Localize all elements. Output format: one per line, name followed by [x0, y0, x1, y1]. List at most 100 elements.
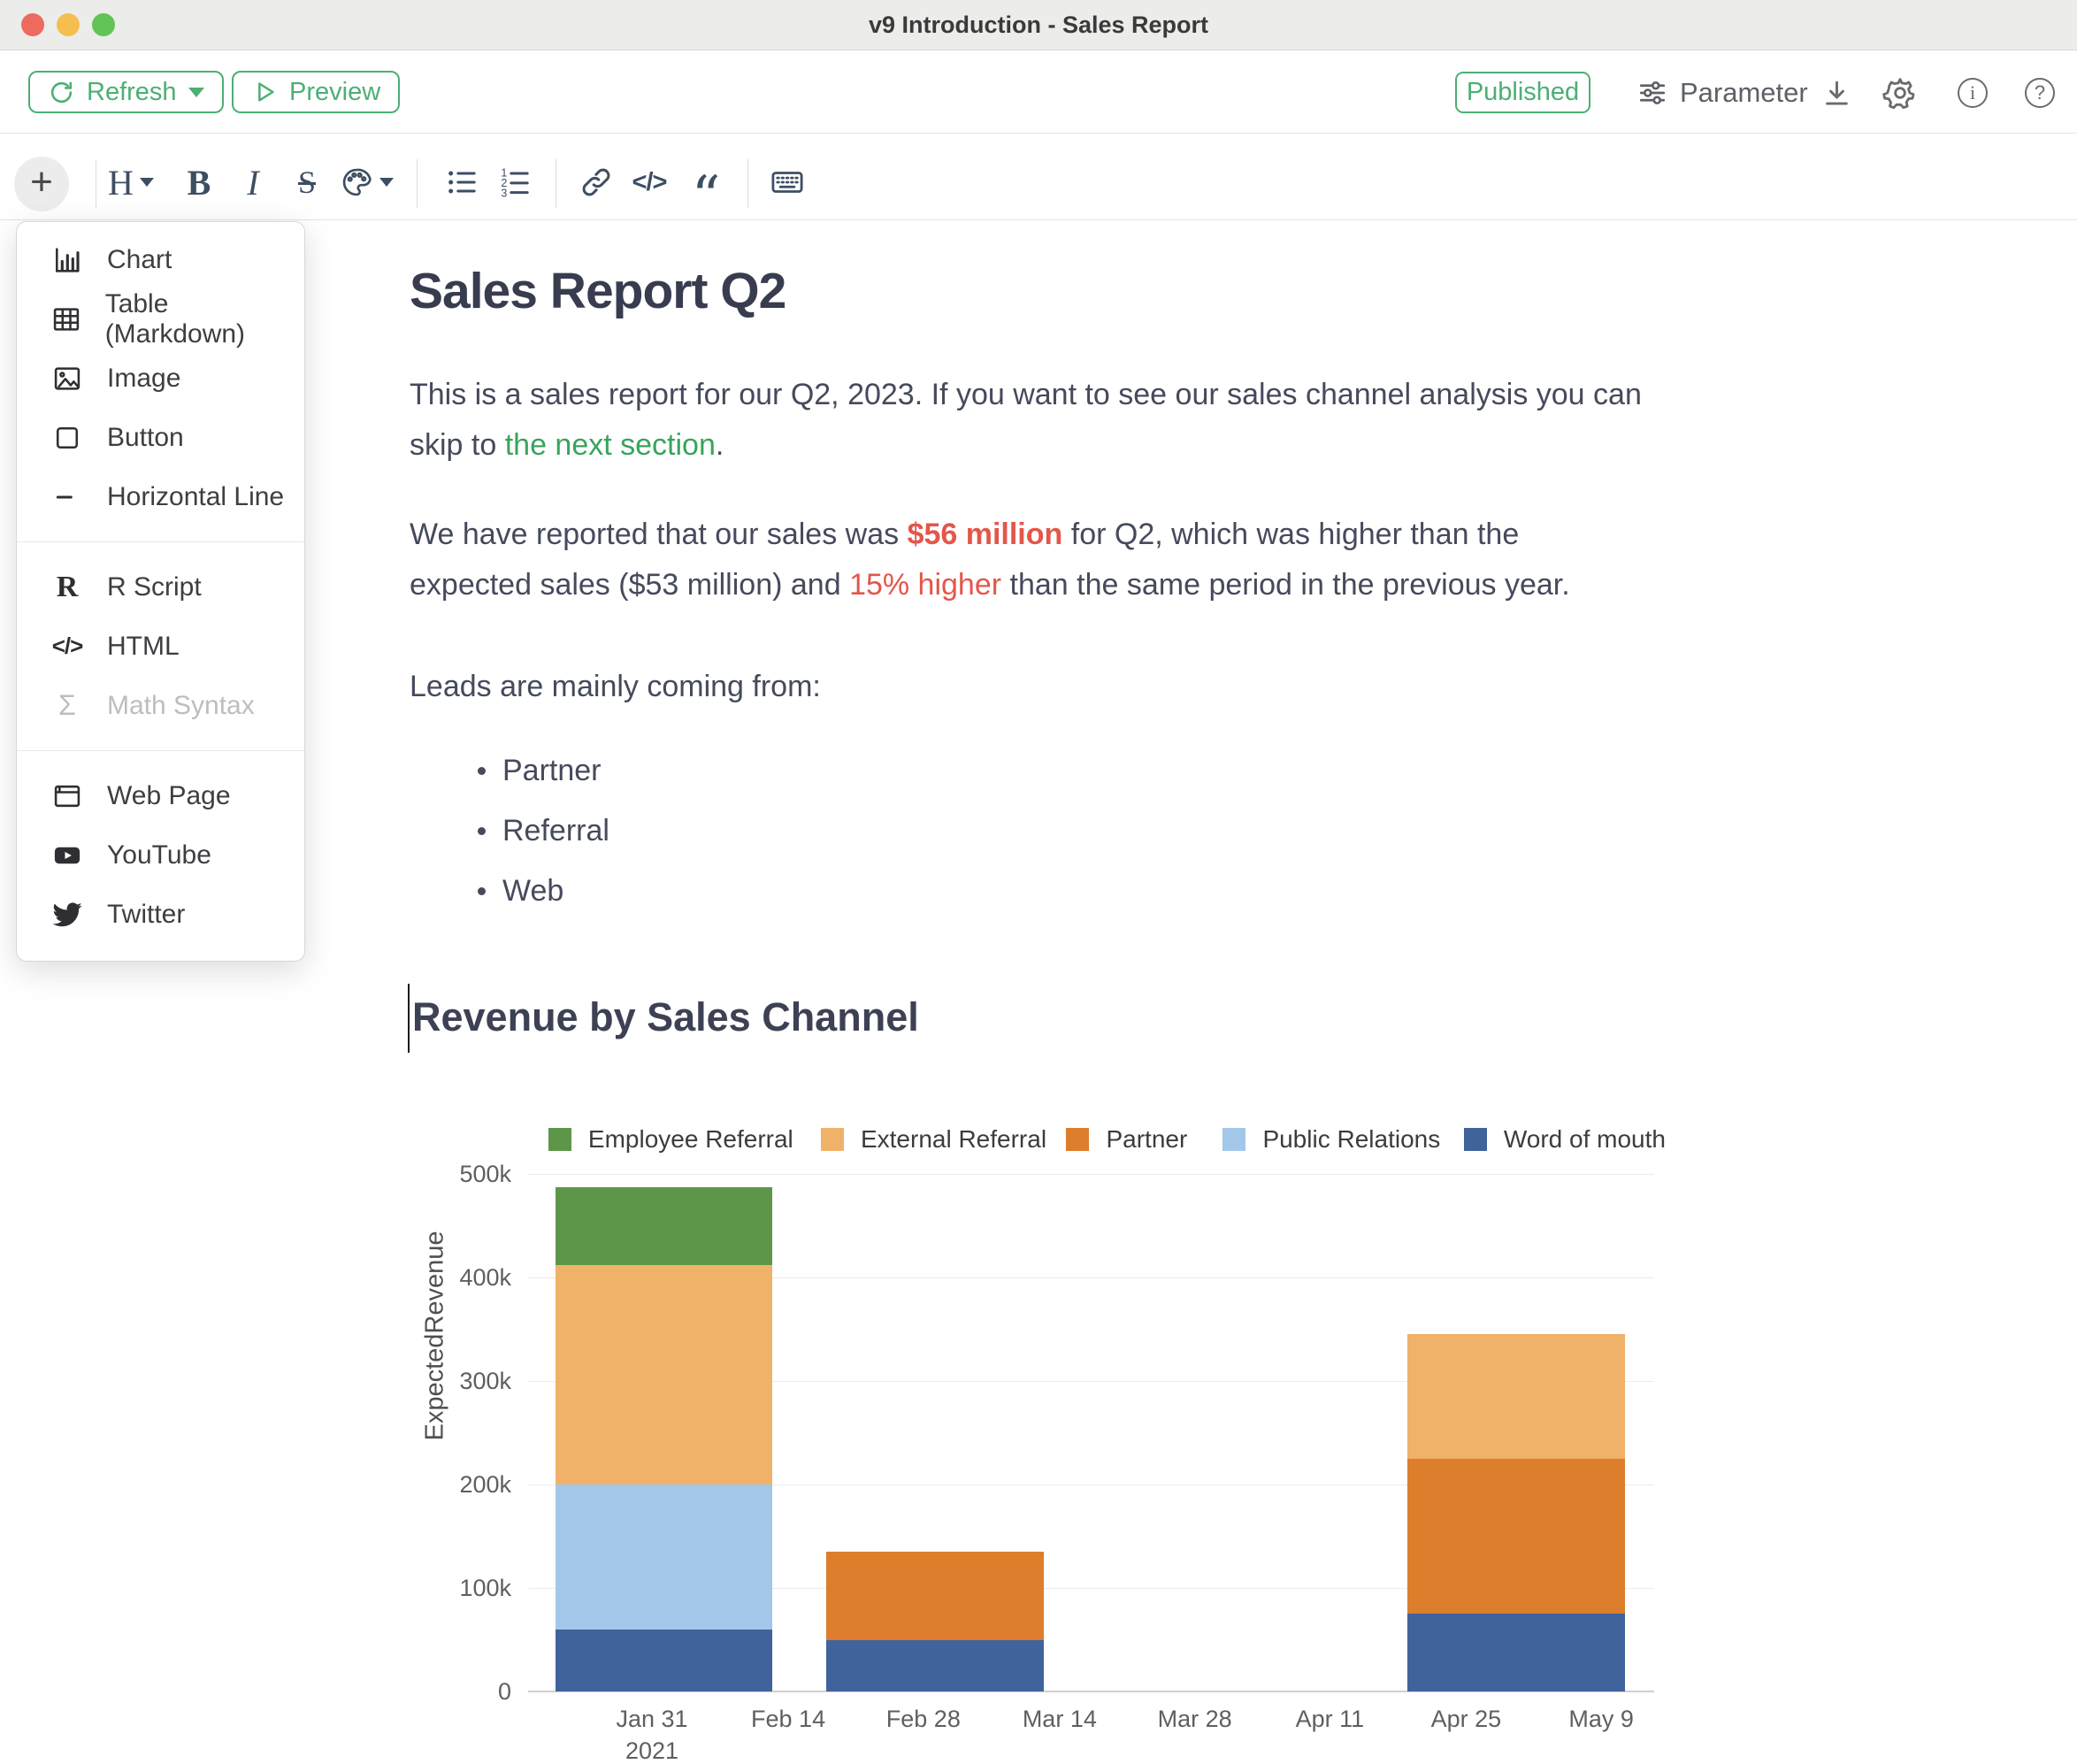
doc-text: expected sales ($53 million) and: [410, 568, 849, 602]
legend-label: Employee Referral: [588, 1125, 793, 1154]
legend-entry: Word of mouth: [1464, 1125, 1666, 1154]
legend-label: External Referral: [861, 1125, 1046, 1154]
image-icon: [49, 360, 86, 397]
menu-item-label: Math Syntax: [107, 691, 255, 721]
menu-item-horizontal-line[interactable]: Horizontal Line: [17, 467, 304, 526]
plot-area: Jan 312021Feb 14Feb 28Mar 14Mar 28Apr 11…: [528, 1174, 1654, 1691]
y-axis-tick-label: 200k: [414, 1471, 511, 1498]
y-axis-tick-label: 0: [414, 1678, 511, 1705]
legend-label: Public Relations: [1262, 1125, 1440, 1154]
menu-item-label: Web Page: [107, 781, 231, 811]
bold-button[interactable]: B: [180, 151, 218, 213]
doc-section-heading: Revenue by Sales Channel: [412, 994, 919, 1040]
keyboard-shortcuts-button[interactable]: [768, 151, 807, 213]
x-axis-tick-sublabel: 2021: [581, 1737, 723, 1764]
bar-segment: [1407, 1459, 1625, 1614]
refresh-button[interactable]: Refresh: [28, 71, 224, 113]
revenue-chart: Employee ReferralExternal ReferralPartne…: [407, 1116, 1690, 1754]
next-section-link[interactable]: the next section: [505, 428, 716, 462]
svg-text:3: 3: [501, 188, 507, 200]
menu-divider: [17, 750, 304, 751]
refresh-label: Refresh: [87, 78, 177, 107]
x-axis-tick-label: Feb 14: [717, 1706, 859, 1732]
text-color-caret-icon: [379, 178, 394, 187]
menu-item-button[interactable]: Button: [17, 408, 304, 467]
html-icon: </>: [49, 628, 86, 665]
menu-item-html[interactable]: </> HTML: [17, 617, 304, 676]
horizontal-line-icon: [49, 479, 86, 516]
insert-plus-button[interactable]: +: [14, 157, 69, 211]
legend-swatch-icon: [548, 1128, 571, 1151]
toolbar-separator: [417, 159, 418, 208]
preview-button[interactable]: Preview: [232, 71, 400, 113]
bar-segment: [556, 1187, 773, 1265]
menu-item-web-page[interactable]: Web Page: [17, 766, 304, 825]
strikethrough-button[interactable]: S: [287, 151, 326, 213]
y-axis-tick-label: 100k: [414, 1575, 511, 1601]
keyboard-icon: [769, 164, 806, 201]
info-button[interactable]: i: [1953, 73, 1992, 112]
ordered-list-icon: 1 2 3: [497, 165, 533, 200]
code-button[interactable]: </>: [630, 151, 669, 213]
legend-swatch-icon: [1066, 1128, 1089, 1151]
menu-item-label: HTML: [107, 632, 180, 662]
parameter-button[interactable]: Parameter: [1636, 72, 1808, 113]
menu-item-label: Horizontal Line: [107, 482, 284, 512]
menu-item-label: Button: [107, 423, 184, 453]
x-axis-tick-label: Feb 28: [853, 1706, 994, 1732]
r-script-icon: R: [49, 569, 86, 606]
link-icon: [579, 165, 613, 199]
list-item: Partner: [478, 754, 602, 788]
help-button[interactable]: ?: [2020, 73, 2059, 112]
bullet-list-button[interactable]: [442, 151, 481, 213]
bar-stack: [826, 1174, 1044, 1691]
menu-item-math-syntax: Σ Math Syntax: [17, 676, 304, 735]
bar-segment: [1407, 1614, 1625, 1691]
doc-text: .: [716, 428, 724, 462]
settings-button[interactable]: [1881, 73, 1920, 112]
menu-item-twitter[interactable]: Twitter: [17, 885, 304, 944]
doc-text: We have reported that our sales was: [410, 518, 908, 551]
bar-segment: [556, 1265, 773, 1484]
list-item-label: Partner: [502, 754, 602, 788]
menu-item-table-markdown[interactable]: Table (Markdown): [17, 289, 304, 349]
menu-divider: [17, 541, 304, 542]
sales-amount-highlight: $56 million: [908, 518, 1063, 551]
ordered-list-button[interactable]: 1 2 3: [495, 151, 534, 213]
blockquote-button[interactable]: “: [686, 151, 725, 213]
menu-item-image[interactable]: Image: [17, 349, 304, 408]
link-button[interactable]: [577, 151, 616, 213]
doc-text: skip to: [410, 428, 505, 462]
list-item: Web: [478, 874, 563, 909]
bullet-dot: [478, 767, 486, 775]
menu-item-youtube[interactable]: YouTube: [17, 825, 304, 885]
download-button[interactable]: [1817, 73, 1856, 112]
quote-icon: “: [692, 158, 721, 206]
legend-swatch-icon: [1464, 1128, 1487, 1151]
doc-text: for Q2, which was higher than the: [1062, 518, 1519, 551]
sigma-icon: Σ: [49, 687, 86, 725]
preview-label: Preview: [289, 78, 380, 107]
menu-item-chart[interactable]: Chart: [17, 230, 304, 289]
legend-entry: Employee Referral: [548, 1125, 793, 1154]
menu-item-r-script[interactable]: R R Script: [17, 557, 304, 617]
y-axis-tick-label: 500k: [414, 1161, 511, 1187]
heading-menu-button[interactable]: H: [108, 151, 154, 213]
italic-button[interactable]: I: [234, 151, 272, 213]
titlebar: v9 Introduction - Sales Report: [0, 0, 2077, 50]
menu-item-label: R Script: [107, 572, 202, 602]
published-badge[interactable]: Published: [1455, 72, 1590, 113]
doc-paragraph-3: Leads are mainly coming from:: [410, 662, 1683, 712]
list-item-label: Web: [502, 874, 563, 909]
bar-stack: [556, 1174, 773, 1691]
table-icon: [49, 301, 84, 338]
format-toolbar: + H B I S: [0, 134, 2077, 220]
play-icon: [251, 79, 278, 105]
insert-menu: Chart Table (Markdown) Image Button: [16, 221, 305, 962]
gear-icon: [1882, 75, 1918, 111]
bullet-dot: [478, 827, 486, 835]
text-cursor: [408, 984, 410, 1053]
text-color-menu-button[interactable]: [340, 151, 394, 213]
menu-item-label: Twitter: [107, 900, 185, 930]
twitter-icon: [49, 896, 86, 933]
